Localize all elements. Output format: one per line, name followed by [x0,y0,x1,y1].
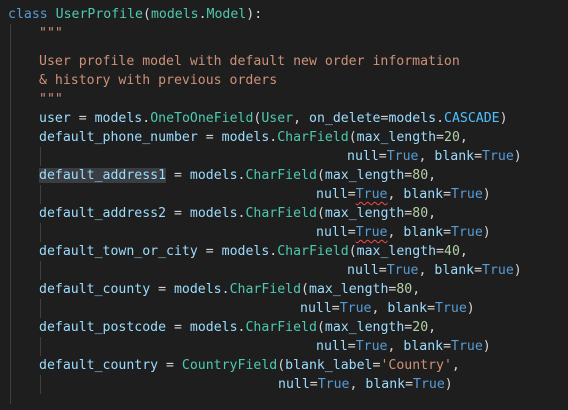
code-line: default_address1 = models.CharField(max_… [39,168,437,183]
indent-guide [40,299,41,318]
code-line: user = models.OneToOneField(User, on_del… [39,111,508,126]
models-module: models [150,7,199,22]
indent-guide [40,261,41,280]
field-name: default_postcode [39,320,167,335]
code-line: default_phone_number = models.CharField(… [39,130,468,145]
code-line: User profile model with default new orde… [39,54,460,69]
code-line: default_country = CountryField(blank_lab… [39,358,460,373]
class-name: UserProfile [55,7,143,22]
lint-warning[interactable]: True [356,225,388,240]
code-line: default_county = models.CharField(max_le… [39,282,421,297]
indent-guide [10,24,11,404]
code-line: default_postcode = models.CharField(max_… [39,320,437,335]
indent-guide [40,147,41,166]
indent-guide [40,337,41,356]
code-line: null=True, blank=True) [316,225,491,240]
code-line: """ [39,92,63,107]
code-line: default_town_or_city = models.CharField(… [39,244,468,259]
lint-warning[interactable]: True [356,187,388,202]
field-name: default_county [39,282,151,297]
code-line: & history with previous orders [39,73,278,88]
class-keyword: class [8,7,48,22]
code-line: """ [39,26,63,41]
code-line: null=True, blank=True) [316,187,491,202]
field-name: default_address2 [39,206,167,221]
indent-guide [40,185,41,204]
code-line: class UserProfile(models.Model): [8,7,263,22]
base-class: Model [206,7,247,22]
code-line: null=True, blank=True) [300,301,475,316]
field-name-selected: default_address1 [39,168,167,183]
indent-guide [40,375,41,394]
indent-guide [40,223,41,242]
field-name: default_phone_number [39,130,198,145]
code-line: null=True, blank=True) [347,149,522,164]
code-editor[interactable]: class UserProfile(models.Model): """ Use… [0,0,568,410]
code-line: null=True, blank=True) [316,339,491,354]
code-line: null=True, blank=True) [347,263,522,278]
field-name: default_country [39,358,159,373]
field-name: default_town_or_city [39,244,198,259]
code-line: default_address2 = models.CharField(max_… [39,206,437,221]
field-name: user [39,111,71,126]
code-line: null=True, blank=True) [278,377,453,392]
